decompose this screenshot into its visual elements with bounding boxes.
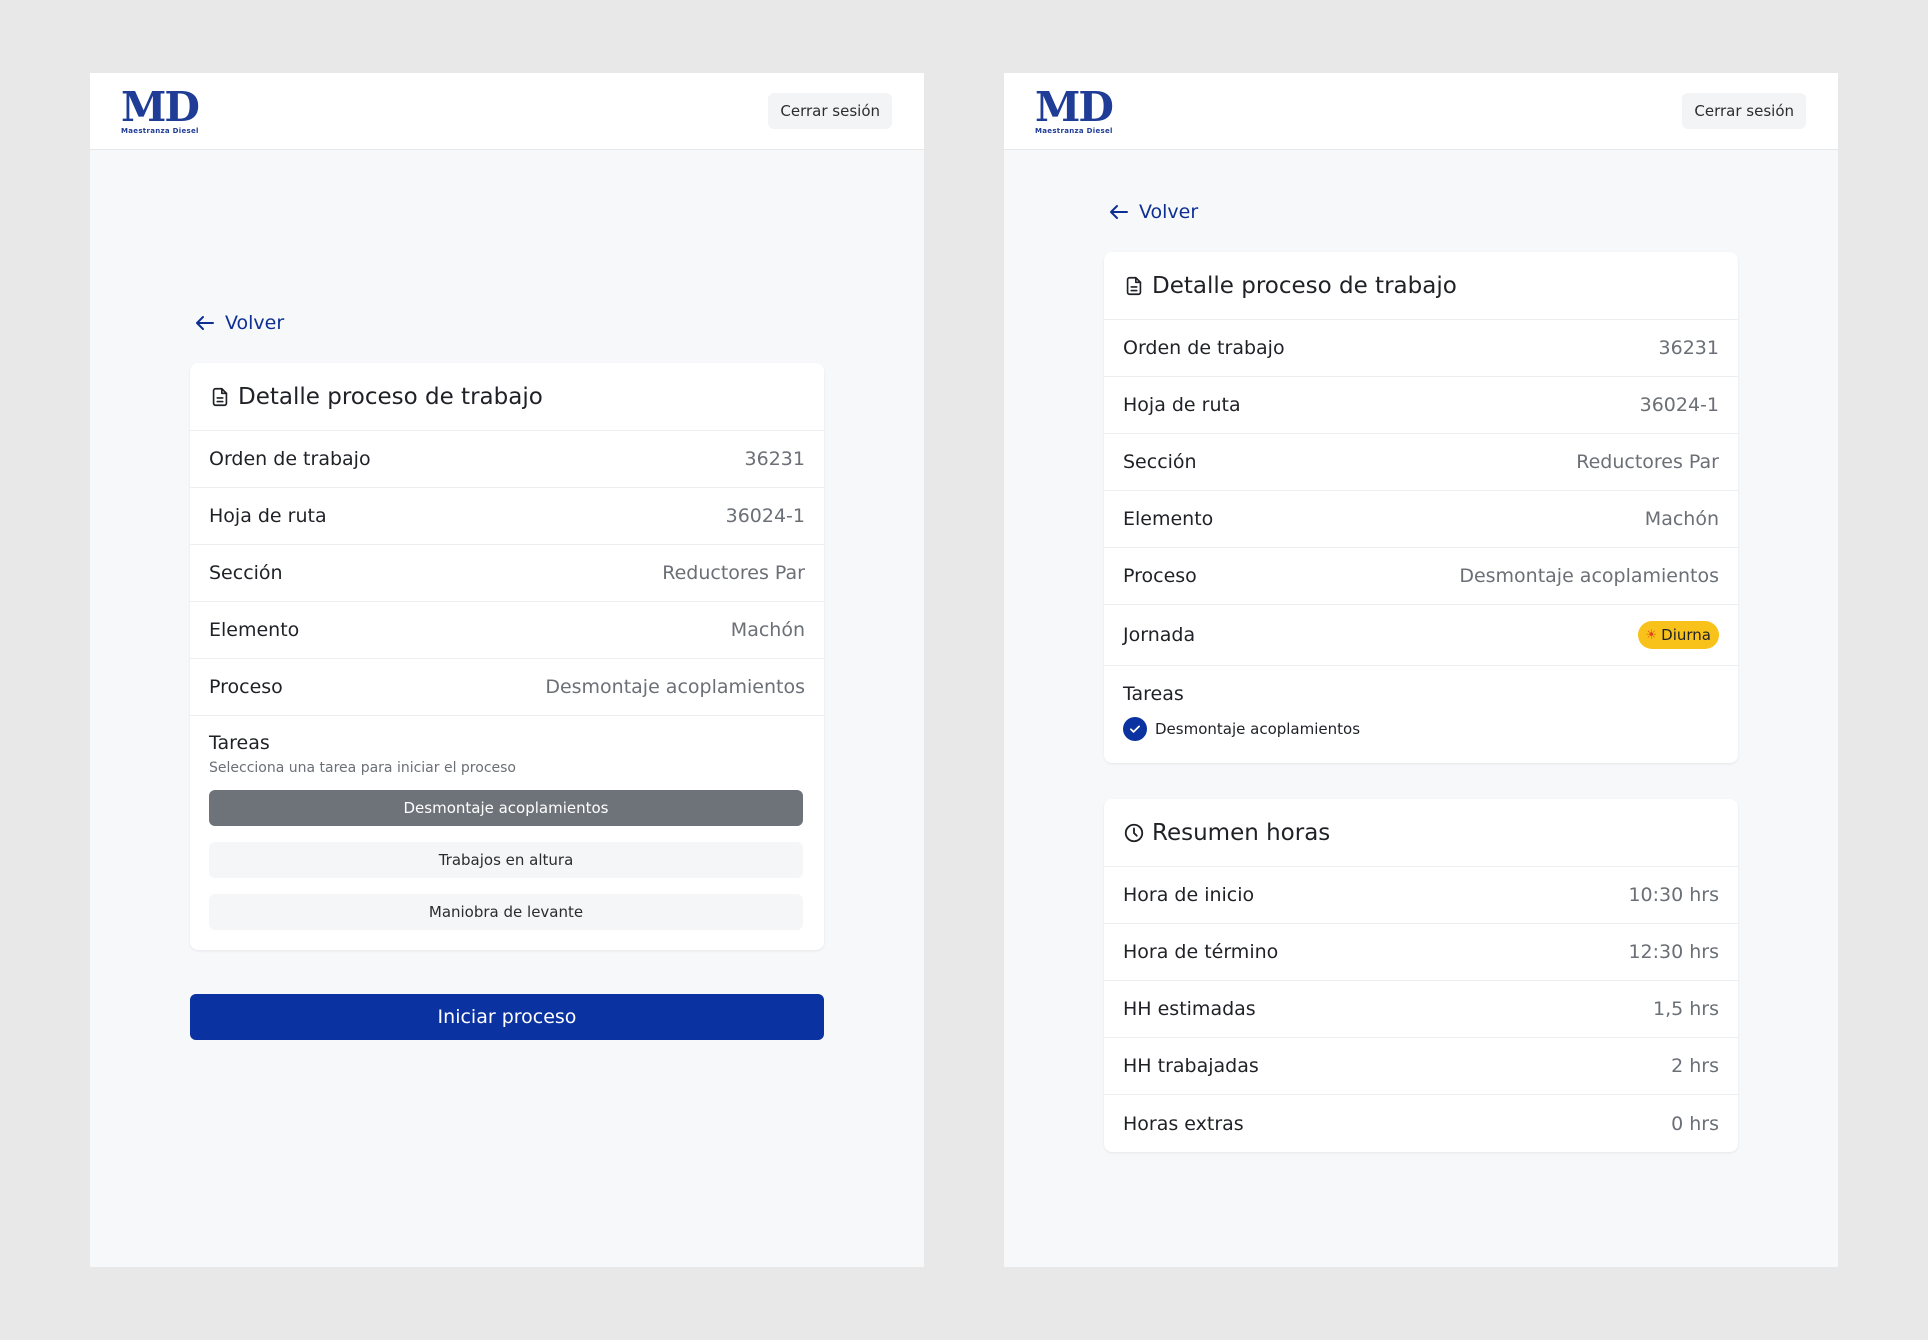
field-row: Hoja de ruta 36024-1 bbox=[1104, 377, 1738, 434]
logout-button[interactable]: Cerrar sesión bbox=[768, 93, 892, 129]
top-bar: MD Maestranza Diesel Cerrar sesión bbox=[1004, 73, 1838, 150]
tasks-title: Tareas bbox=[1123, 683, 1184, 705]
start-process-button[interactable]: Iniciar proceso bbox=[190, 994, 824, 1040]
field-row: Proceso Desmontaje acoplamientos bbox=[190, 659, 824, 716]
tasks-section: Tareas Desmontaje acoplamientos bbox=[1104, 666, 1738, 763]
field-row: Elemento Machón bbox=[1104, 491, 1738, 548]
card-title: Detalle proceso de trabajo bbox=[1152, 272, 1457, 299]
clock-icon bbox=[1124, 823, 1144, 842]
top-bar: MD Maestranza Diesel Cerrar sesión bbox=[90, 73, 924, 150]
back-label: Volver bbox=[1139, 201, 1199, 223]
field-row: Orden de trabajo 36231 bbox=[190, 431, 824, 488]
back-label: Volver bbox=[225, 312, 285, 334]
hours-summary-card: Resumen horas Hora de inicio 10:30 hrs Ho… bbox=[1104, 799, 1738, 1152]
field-row: Hoja de ruta 36024-1 bbox=[190, 488, 824, 545]
screen-process-summary: MD Maestranza Diesel Cerrar sesión Volve… bbox=[1004, 73, 1838, 1267]
summary-row: HH estimadas 1,5 hrs bbox=[1104, 981, 1738, 1038]
shift-label: Jornada bbox=[1123, 624, 1196, 646]
sun-icon: ☀ bbox=[1645, 627, 1658, 643]
logout-button[interactable]: Cerrar sesión bbox=[1682, 93, 1806, 129]
card-header: Detalle proceso de trabajo bbox=[1104, 252, 1738, 320]
completed-task: Desmontaje acoplamientos bbox=[1123, 717, 1719, 741]
field-row: Elemento Machón bbox=[190, 602, 824, 659]
task-option-trabajos-en-altura[interactable]: Trabajos en altura bbox=[209, 842, 803, 878]
field-row: Proceso Desmontaje acoplamientos bbox=[1104, 548, 1738, 605]
summary-row: Hora de inicio 10:30 hrs bbox=[1104, 867, 1738, 924]
tasks-hint: Selecciona una tarea para iniciar el pro… bbox=[209, 760, 516, 776]
arrow-left-icon bbox=[196, 316, 214, 330]
completed-task-label: Desmontaje acoplamientos bbox=[1155, 720, 1361, 738]
process-detail-card: Detalle proceso de trabajo Orden de trab… bbox=[1104, 252, 1738, 763]
back-link[interactable]: Volver bbox=[1107, 200, 1198, 224]
shift-value: Diurna bbox=[1661, 626, 1711, 644]
back-link[interactable]: Volver bbox=[193, 311, 284, 335]
summary-row: Hora de término 12:30 hrs bbox=[1104, 924, 1738, 981]
card-header: Resumen horas bbox=[1104, 799, 1738, 867]
document-icon bbox=[212, 387, 228, 406]
card-header: Detalle proceso de trabajo bbox=[190, 363, 824, 431]
process-detail-card: Detalle proceso de trabajo Orden de trab… bbox=[190, 363, 824, 950]
tasks-section: Tareas Selecciona una tarea para iniciar… bbox=[190, 716, 824, 950]
summary-row: Horas extras 0 hrs bbox=[1123, 1112, 1719, 1135]
brand-logo[interactable]: MD Maestranza Diesel bbox=[121, 87, 205, 136]
summary-row: HH trabajadas 2 hrs bbox=[1104, 1038, 1738, 1095]
check-circle-icon bbox=[1123, 717, 1147, 741]
card-title: Resumen horas bbox=[1152, 819, 1331, 846]
brand-logo[interactable]: MD Maestranza Diesel bbox=[1035, 87, 1119, 136]
shift-row: Jornada ☀ Diurna bbox=[1104, 605, 1738, 666]
shift-badge: ☀ Diurna bbox=[1637, 621, 1719, 649]
field-row: Sección Reductores Par bbox=[190, 545, 824, 602]
tasks-title: Tareas bbox=[209, 732, 270, 754]
task-option-desmontaje-acoplamientos[interactable]: Desmontaje acoplamientos bbox=[209, 790, 803, 826]
arrow-left-icon bbox=[1110, 205, 1128, 219]
document-icon bbox=[1126, 276, 1142, 295]
field-row: Orden de trabajo 36231 bbox=[1104, 320, 1738, 377]
field-row: Sección Reductores Par bbox=[1104, 434, 1738, 491]
screen-task-selection: MD Maestranza Diesel Cerrar sesión Volve… bbox=[90, 73, 924, 1267]
task-option-maniobra-de-levante[interactable]: Maniobra de levante bbox=[209, 894, 803, 930]
card-title: Detalle proceso de trabajo bbox=[238, 383, 543, 410]
